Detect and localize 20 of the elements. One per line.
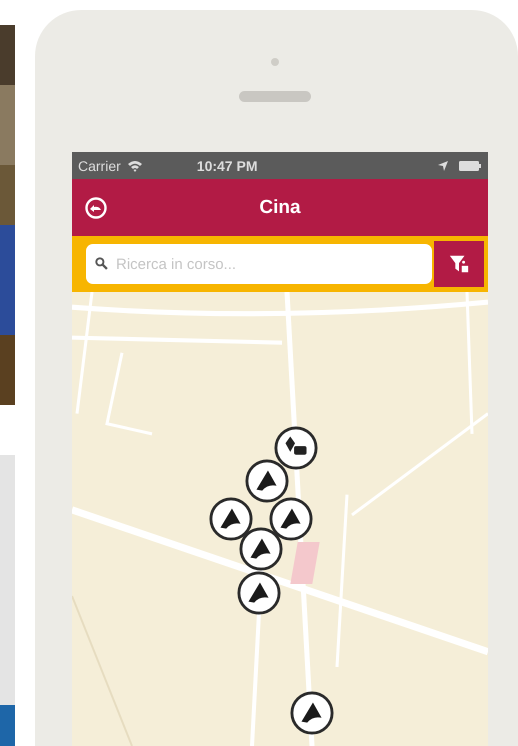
map-marker[interactable] xyxy=(239,527,283,571)
location-arrow-icon xyxy=(438,160,448,170)
search-field[interactable]: Ricerca in corso... xyxy=(86,244,432,284)
back-icon[interactable] xyxy=(84,196,108,220)
map-marker[interactable] xyxy=(245,459,289,503)
map-marker[interactable] xyxy=(274,426,318,470)
map-marker[interactable] xyxy=(269,497,313,541)
search-icon xyxy=(95,257,108,270)
carrier-label: Carrier xyxy=(78,158,121,174)
map-marker[interactable] xyxy=(209,497,253,541)
battery-icon xyxy=(458,160,482,170)
filter-icon xyxy=(448,253,470,275)
wifi-icon xyxy=(126,160,143,172)
map-marker[interactable] xyxy=(290,691,334,735)
map-marker[interactable] xyxy=(237,571,281,615)
speaker-icon xyxy=(239,91,311,102)
filter-button[interactable] xyxy=(434,241,484,287)
status-time: 10:47 PM xyxy=(196,158,258,174)
camera-icon xyxy=(271,58,279,66)
nav-title: Cina xyxy=(258,196,302,218)
